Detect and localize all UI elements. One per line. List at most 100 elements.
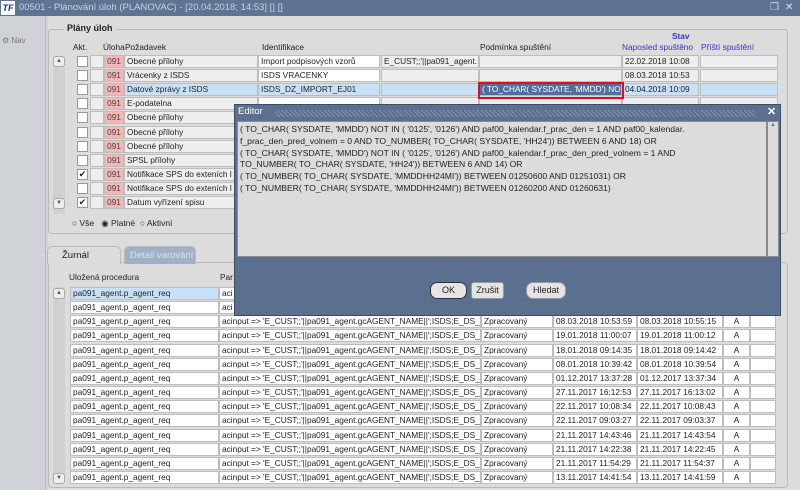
- window-title: 00501 - Plánování úloh (PLANOVAC) - [20.…: [19, 2, 283, 13]
- start-time-cell: 21.11.2017 14:22:38: [553, 442, 637, 456]
- param-cell[interactable]: acinput => 'E_CUST;;'||pa091_agent.gcAGE…: [219, 442, 481, 456]
- procedure-cell[interactable]: pa091_agent.p_agent_req: [70, 343, 219, 357]
- row-marker[interactable]: [90, 97, 104, 111]
- active-checkbox[interactable]: ✔: [77, 168, 88, 180]
- identification-cell[interactable]: Import podpisových vzorů: [258, 55, 380, 68]
- param-cell[interactable]: acinput => 'E_CUST;;'||pa091_agent.gcAGE…: [219, 400, 481, 414]
- flag-cell: A: [723, 371, 750, 385]
- find-button[interactable]: Hledat: [526, 282, 566, 299]
- row-marker[interactable]: [90, 69, 104, 83]
- restore-icon[interactable]: ❐: [770, 0, 779, 16]
- request-cell[interactable]: Datové zprávy z ISDS: [124, 83, 258, 97]
- procedure-cell[interactable]: pa091_agent.p_agent_req: [70, 287, 219, 300]
- active-checkbox[interactable]: [77, 98, 88, 110]
- scroll-up-icon[interactable]: ▲: [768, 122, 778, 128]
- plany-scrollbar[interactable]: [53, 56, 65, 214]
- row-marker[interactable]: [90, 153, 104, 167]
- param-cell[interactable]: acinput => 'E_CUST;;'||pa091_agent.gcAGE…: [219, 329, 481, 343]
- active-checkbox[interactable]: ✔: [77, 197, 88, 208]
- radio-vse[interactable]: ○ Vše: [72, 218, 94, 228]
- last-run-cell: 22.02.2018 10:08: [622, 55, 699, 68]
- param-cell[interactable]: acinput => 'E_CUST;;'||pa091_agent.gcAGE…: [219, 428, 481, 442]
- task-code: 091: [104, 196, 124, 209]
- row-marker[interactable]: [90, 181, 104, 195]
- close-window-icon[interactable]: ✕: [785, 0, 793, 16]
- scroll-up-icon[interactable]: ▲: [53, 56, 65, 67]
- procedure-cell[interactable]: pa091_agent.p_agent_req: [70, 400, 219, 414]
- parameter-cell[interactable]: E_CUST;;'||pa091_agent.: [381, 55, 479, 68]
- gear-icon: ⚙: [2, 36, 10, 45]
- ok-button[interactable]: OK: [430, 282, 467, 299]
- active-checkbox[interactable]: [77, 56, 88, 67]
- active-checkbox[interactable]: [77, 154, 88, 166]
- row-marker[interactable]: [90, 139, 104, 153]
- header-podminka: Podmínka spuštění: [480, 42, 552, 52]
- flag-cell: A: [723, 357, 750, 371]
- radio-aktivni[interactable]: ○ Aktivní: [140, 218, 173, 228]
- param-cell[interactable]: acinput => 'E_CUST;;'||pa091_agent.gcAGE…: [219, 315, 481, 329]
- identification-cell[interactable]: ISDS_DZ_IMPORT_EJ01: [258, 83, 380, 97]
- cancel-button[interactable]: Zrušit: [471, 282, 504, 299]
- identification-cell[interactable]: ISDS VRACENKY: [258, 69, 380, 83]
- title-bar: TF 00501 - Plánování úloh (PLANOVAC) - […: [0, 0, 800, 16]
- row-marker[interactable]: [90, 125, 104, 139]
- end-time-cell: 19.01.2018 11:00:12: [637, 329, 723, 343]
- status-cell: Zpracovaný: [481, 329, 553, 343]
- scroll-down-icon[interactable]: ▼: [53, 198, 65, 209]
- active-checkbox[interactable]: [77, 112, 88, 124]
- param-cell[interactable]: acinput => 'E_CUST;;'||pa091_agent.gcAGE…: [219, 386, 481, 400]
- procedure-cell[interactable]: pa091_agent.p_agent_req: [70, 357, 219, 371]
- end-time-cell: 27.11.2017 16:13:02: [637, 386, 723, 400]
- active-checkbox[interactable]: [77, 84, 88, 96]
- scroll-down-icon[interactable]: ▼: [53, 473, 65, 484]
- procedure-cell[interactable]: pa091_agent.p_agent_req: [70, 301, 219, 315]
- extra-cell: [750, 442, 776, 456]
- procedure-cell[interactable]: pa091_agent.p_agent_req: [70, 414, 219, 428]
- status-cell: Zpracovaný: [481, 386, 553, 400]
- editor-dialog: Editor ✕ ( TO_CHAR( SYSDATE, 'MMDD') NOT…: [234, 104, 781, 316]
- condition-cell[interactable]: [479, 69, 622, 83]
- procedure-cell[interactable]: pa091_agent.p_agent_req: [70, 371, 219, 385]
- param-cell[interactable]: acinput => 'E_CUST;;'||pa091_agent.gcAGE…: [219, 357, 481, 371]
- parameter-cell[interactable]: [381, 69, 479, 83]
- param-cell[interactable]: acinput => 'E_CUST;;'||pa091_agent.gcAGE…: [219, 456, 481, 470]
- procedure-cell[interactable]: pa091_agent.p_agent_req: [70, 442, 219, 456]
- header-akt: Akt.: [73, 42, 88, 52]
- radio-platne[interactable]: ◉ Platné: [101, 218, 135, 228]
- active-checkbox[interactable]: [77, 70, 88, 82]
- editor-textarea[interactable]: ( TO_CHAR( SYSDATE, 'MMDD') NOT IN ( '01…: [237, 121, 767, 257]
- status-cell: Zpracovaný: [481, 470, 553, 484]
- row-marker[interactable]: [90, 55, 104, 68]
- title-drag-handle[interactable]: [275, 110, 755, 117]
- tab-detail-varovani[interactable]: Detail varování: [124, 246, 196, 264]
- scroll-up-icon[interactable]: ▲: [53, 288, 65, 299]
- param-cell[interactable]: acinput => 'E_CUST;;'||pa091_agent.gcAGE…: [219, 371, 481, 385]
- extra-cell: [750, 329, 776, 343]
- procedure-cell[interactable]: pa091_agent.p_agent_req: [70, 470, 219, 484]
- param-cell[interactable]: acinput => 'E_CUST;;'||pa091_agent.gcAGE…: [219, 343, 481, 357]
- procedure-cell[interactable]: pa091_agent.p_agent_req: [70, 456, 219, 470]
- parameter-cell[interactable]: [381, 83, 479, 97]
- param-cell[interactable]: acinput => 'E_CUST;;'||pa091_agent.gcAGE…: [219, 414, 481, 428]
- procedure-cell[interactable]: pa091_agent.p_agent_req: [70, 386, 219, 400]
- procedure-cell[interactable]: pa091_agent.p_agent_req: [70, 315, 219, 329]
- row-marker[interactable]: [90, 167, 104, 181]
- row-marker[interactable]: [90, 83, 104, 97]
- procedure-cell[interactable]: pa091_agent.p_agent_req: [70, 428, 219, 442]
- procedure-cell[interactable]: pa091_agent.p_agent_req: [70, 329, 219, 343]
- active-checkbox[interactable]: [77, 140, 88, 152]
- tab-zurnal[interactable]: Žurnál: [47, 246, 121, 264]
- extra-cell: [750, 414, 776, 428]
- request-cell[interactable]: Obecné přílohy: [124, 55, 258, 68]
- zurnal-scrollbar[interactable]: [53, 287, 65, 482]
- param-cell[interactable]: acinput => 'E_CUST;;'||pa091_agent.gcAGE…: [219, 470, 481, 484]
- row-marker[interactable]: [90, 111, 104, 125]
- active-checkbox[interactable]: [77, 182, 88, 194]
- active-checkbox[interactable]: [77, 126, 88, 138]
- row-marker[interactable]: [90, 196, 104, 209]
- close-icon[interactable]: ✕: [767, 105, 776, 118]
- nav-button[interactable]: ⚙ Nav: [2, 36, 26, 45]
- request-cell[interactable]: Vrácenky z ISDS: [124, 69, 258, 83]
- condition-cell[interactable]: [479, 55, 622, 68]
- editor-scrollbar[interactable]: ▲: [767, 121, 779, 257]
